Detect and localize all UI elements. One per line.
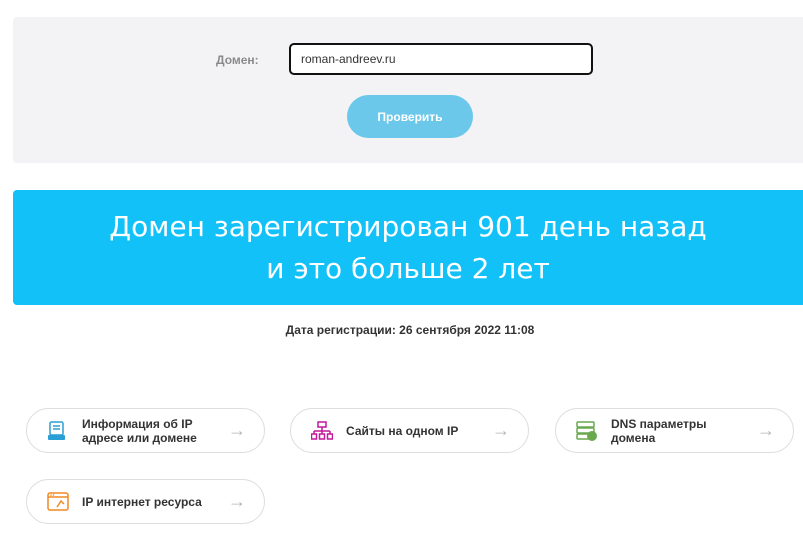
card-label: Сайты на одном IP [346,424,459,438]
registration-date: Дата регистрации: 26 сентября 2022 11:08 [285,323,535,337]
ip-info-icon [48,421,65,440]
card-label: DNS параметры домена [611,417,707,445]
sitemap-icon [311,421,333,440]
card-label: IP интернет ресурса [82,495,202,509]
domain-input[interactable] [289,43,593,75]
result-headline: Домен зарегистрирован 901 день назад [109,210,707,243]
arrow-right-icon: → [757,420,775,440]
domain-check-form: Домен: Проверить [13,17,803,163]
card-ip-resource[interactable]: IP интернет ресурса → [26,479,265,524]
card-sites-same-ip[interactable]: Сайты на одном IP → [290,408,529,453]
result-subline: и это больше 2 лет [266,252,550,285]
card-label: Информация об IP адресе или домене [82,417,197,445]
card-ip-info[interactable]: Информация об IP адресе или домене → [26,408,265,453]
dns-server-icon [576,421,597,441]
domain-label: Домен: [216,53,259,67]
check-button[interactable]: Проверить [347,95,473,138]
arrow-right-icon: → [492,420,510,440]
browser-ip-icon [47,492,69,511]
arrow-right-icon: → [228,491,246,511]
card-dns-params[interactable]: DNS параметры домена → [555,408,794,453]
arrow-right-icon: → [228,420,246,440]
result-banner: Домен зарегистрирован 901 день назад и э… [13,190,803,305]
